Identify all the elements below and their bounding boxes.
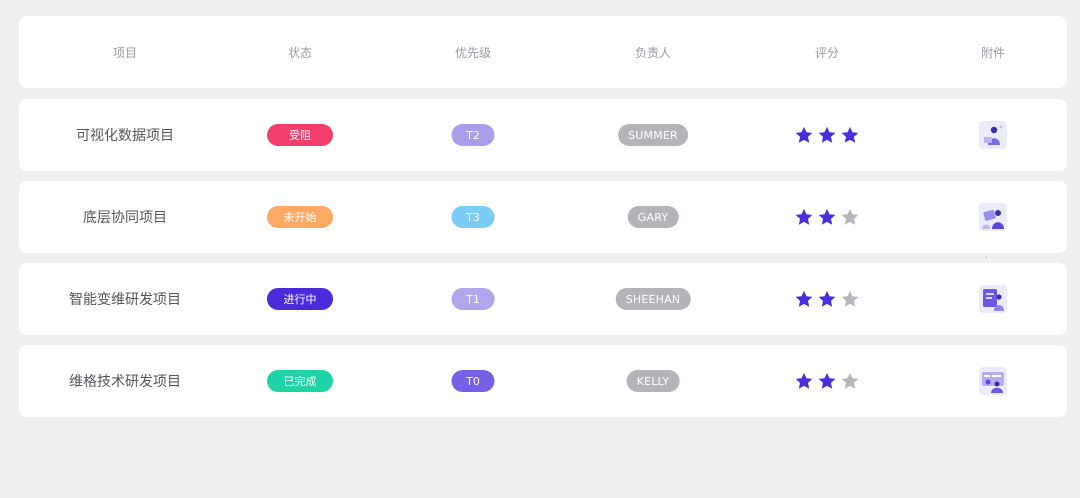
column-header-priority[interactable]: 优先级: [455, 44, 491, 61]
project-name: 智能变维研发项目: [69, 292, 181, 308]
column-header-project[interactable]: 项目: [113, 44, 137, 61]
team-collaboration-illustration-icon[interactable]: [979, 203, 1007, 231]
column-header-rating[interactable]: 评分: [815, 44, 839, 61]
table-row[interactable]: 维格技术研发项目 已完成 T0 KELLY: [19, 345, 1067, 417]
star-filled-icon[interactable]: [817, 125, 837, 145]
presentation-board-illustration-icon[interactable]: [979, 285, 1007, 313]
table-header: 项目 状态 优先级 负责人 评分 附件: [19, 16, 1067, 88]
star-filled-icon[interactable]: [817, 207, 837, 227]
status-badge[interactable]: 进行中: [267, 288, 333, 310]
status-badge[interactable]: 受阻: [267, 124, 333, 146]
owner-badge[interactable]: KELLY: [626, 370, 680, 392]
rating-stars[interactable]: [794, 207, 860, 227]
star-filled-icon[interactable]: [794, 289, 814, 309]
star-filled-icon[interactable]: [794, 207, 814, 227]
star-filled-icon[interactable]: [794, 125, 814, 145]
priority-badge[interactable]: T0: [451, 370, 495, 392]
star-empty-icon[interactable]: [840, 371, 860, 391]
priority-badge[interactable]: T1: [451, 288, 495, 310]
owner-badge[interactable]: GARY: [627, 206, 679, 228]
project-name: 可视化数据项目: [76, 128, 174, 144]
column-header-status[interactable]: 状态: [288, 44, 312, 61]
project-name: 维格技术研发项目: [69, 374, 181, 390]
priority-badge[interactable]: T2: [451, 124, 495, 146]
star-filled-icon[interactable]: [794, 371, 814, 391]
priority-badge[interactable]: T3: [451, 206, 495, 228]
status-badge[interactable]: 已完成: [267, 370, 333, 392]
dashboard-screen-illustration-icon[interactable]: [979, 367, 1007, 395]
owner-badge[interactable]: SHEEHAN: [615, 288, 691, 310]
star-filled-icon[interactable]: [817, 371, 837, 391]
stray-mark: [986, 256, 987, 258]
rating-stars[interactable]: [794, 289, 860, 309]
table-row[interactable]: 可视化数据项目 受阻 T2 SUMMER: [19, 99, 1067, 171]
status-badge[interactable]: 未开始: [267, 206, 333, 228]
column-header-attachment[interactable]: 附件: [981, 44, 1005, 61]
person-working-illustration-icon[interactable]: [979, 121, 1007, 149]
star-empty-icon[interactable]: [840, 207, 860, 227]
table-row[interactable]: 底层协同项目 未开始 T3 GARY: [19, 181, 1067, 253]
column-header-owner[interactable]: 负责人: [635, 44, 671, 61]
star-filled-icon[interactable]: [817, 289, 837, 309]
owner-badge[interactable]: SUMMER: [618, 124, 688, 146]
table-row[interactable]: 智能变维研发项目 进行中 T1 SHEEHAN: [19, 263, 1067, 335]
star-filled-icon[interactable]: [840, 125, 860, 145]
star-empty-icon[interactable]: [840, 289, 860, 309]
rating-stars[interactable]: [794, 125, 860, 145]
project-name: 底层协同项目: [83, 210, 167, 226]
rating-stars[interactable]: [794, 371, 860, 391]
